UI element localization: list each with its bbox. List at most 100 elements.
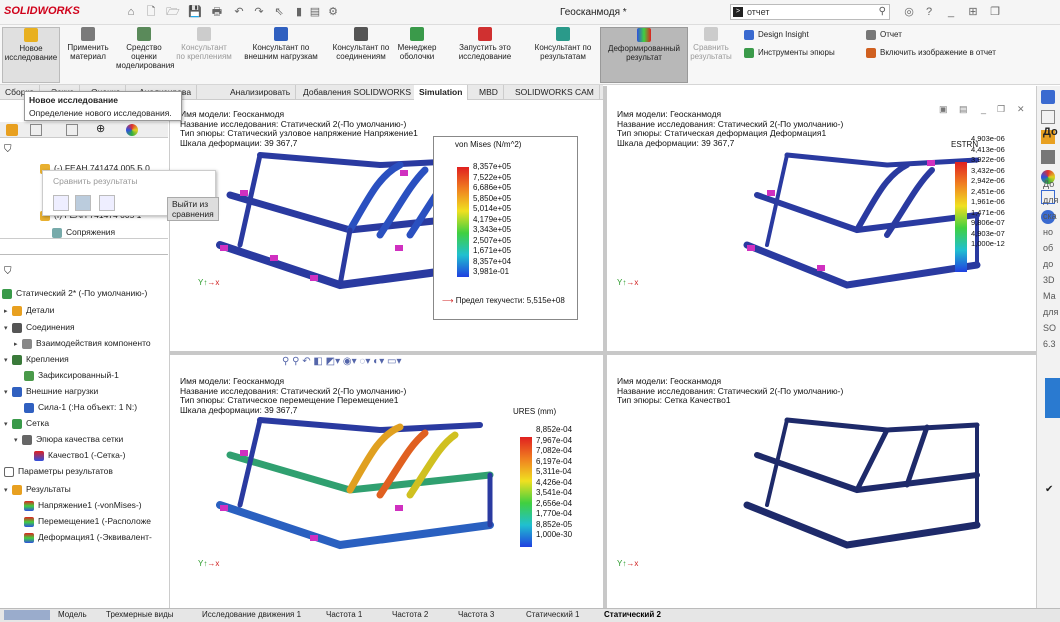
home-icon[interactable]: ⌂ [124,5,138,19]
compare-view-icon[interactable] [99,195,115,211]
task-pane-home-icon[interactable] [1041,90,1055,104]
scene-icon[interactable]: ▭▾ [387,356,401,367]
new-study-button[interactable]: Новое исследование [2,27,60,83]
tab-static-2[interactable]: Статический 2 [604,610,661,619]
viewport-strain[interactable]: ▣ ▤ _ ❐ ✕ Имя модели: Геосканмодя Названи… [607,100,1036,351]
split-view-icon[interactable]: ▤ [959,104,968,115]
undo-icon[interactable]: ↶ [232,5,246,19]
dimxpert-icon[interactable]: ⊕ [96,122,105,135]
tab-mbd[interactable]: MBD [474,85,504,100]
viewport-horizontal-splitter[interactable] [170,351,1036,355]
previous-view-icon[interactable]: ↶ [302,356,310,367]
close-view-icon[interactable]: ✕ [1017,104,1025,115]
task-pane-button[interactable] [1045,378,1060,418]
select-icon[interactable]: ⇖ [272,5,286,19]
tree-strain[interactable]: Деформация1 (-Эквивалент- [24,532,152,543]
sim-filter-icon[interactable]: ⛉ [4,266,12,277]
tree-displacement[interactable]: Перемещение1 (-Расположе [24,516,151,527]
restore-view-icon[interactable]: ❐ [997,104,1005,115]
connections-advisor-button[interactable]: Консультант по соединениям [330,27,392,61]
apply-material-button[interactable]: Применить материал [64,27,112,61]
viewport-stress[interactable]: Имя модели: Геосканмодя Название исследов… [170,100,603,351]
compare-four-icon[interactable] [75,195,91,211]
tab-model[interactable]: Модель [58,610,87,619]
print-icon[interactable]: 🖶 [210,5,224,19]
tree-force[interactable]: Сила-1 (:На объект: 1 N:) [24,402,137,413]
zoom-fit-icon[interactable]: ⚲ [282,356,289,367]
minimize-view-icon[interactable]: _ [981,104,986,114]
tree-mesh[interactable]: ▾ Сетка [4,418,49,429]
tab-analyze[interactable]: Анализировать [225,85,297,100]
tree-fixtures[interactable]: ▾ Крепления [4,354,69,365]
task-pane-checkbox[interactable]: ✔ [1045,484,1053,495]
tab-solidworks-addins[interactable]: Добавления SOLIDWORKS [298,85,418,100]
property-manager-icon[interactable] [30,124,42,136]
tree-quality[interactable]: Качество1 (-Сетка-) [34,450,125,461]
shell-manager-button[interactable]: Менеджер оболочки [394,27,440,61]
help-icon[interactable]: ? [922,5,936,19]
tree-parts[interactable]: ▸ Детали [4,305,54,316]
tree-item-mates[interactable]: Сопряжения [52,227,115,238]
panel-scrollbar[interactable] [0,238,168,248]
heads-up-view-toolbar[interactable]: ⚲ ⚲ ↶ ◧ ◩▾ ◉▾ ◌▾ ◐▾ ▭▾ [282,356,401,367]
tab-scroll-arrows[interactable] [4,610,50,620]
deformed-result-button[interactable]: Деформированный результат [600,27,688,83]
tab-frequency-3[interactable]: Частота 3 [458,610,494,619]
tree-study[interactable]: Статический 2* (-По умолчанию-) [2,288,147,299]
view-orientation-icon[interactable]: ◩▾ [326,356,340,367]
tab-frequency-2[interactable]: Частота 2 [392,610,428,619]
compare-results-button[interactable]: Сравнить результаты [690,27,732,61]
design-library-icon[interactable] [1041,110,1055,124]
open-file-icon[interactable]: 🗁 [166,5,180,19]
tree-mesh-quality[interactable]: ▾ Эпюра качества сетки [14,434,123,445]
view-icon[interactable]: ▣ [939,104,948,115]
tree-external-loads[interactable]: ▾ Внешние нагрузки [4,386,98,397]
viewport-mesh-quality[interactable]: Имя модели: Геосканмодя Название исследов… [607,355,1036,608]
appearance-icon[interactable]: ◐▾ [373,356,384,367]
tree-result-params[interactable]: Параметры результатов [4,466,113,477]
tab-3d-views[interactable]: Трехмерные виды [106,610,174,619]
minimize-icon[interactable]: _ [944,5,958,19]
external-loads-advisor-button[interactable]: Консультант по внешним нагрузкам [236,27,326,61]
restore-icon[interactable]: ❐ [988,5,1002,19]
run-study-button[interactable]: Запустить это исследование [444,27,526,61]
tree-comp-interactions[interactable]: ▸ Взаимодействия компоненто [14,338,151,349]
tree-connections[interactable]: ▾ Соединения [4,322,75,333]
tab-motion-study[interactable]: Исследование движения 1 [202,610,301,619]
filter-icon[interactable]: ⛉ [4,144,12,155]
search-icon[interactable]: ⚲ [879,6,886,17]
redo-icon[interactable]: ↷ [252,5,266,19]
display-style-icon[interactable]: ◉▾ [343,356,357,367]
plot-tools-button[interactable]: Инструменты эпюры [744,48,835,58]
evaluation-tool-button[interactable]: Средство оценки моделирования [116,27,175,70]
tab-simulation[interactable]: Simulation [414,85,469,100]
zoom-area-icon[interactable]: ⚲ [292,356,299,367]
viewport-vertical-splitter[interactable] [603,86,607,608]
viewport-displacement[interactable]: ⚲ ⚲ ↶ ◧ ◩▾ ◉▾ ◌▾ ◐▾ ▭▾ Имя модели: Геоск… [170,355,603,608]
panel-splitter[interactable] [0,254,168,255]
fixtures-advisor-button[interactable]: Консультант по креплениям [176,27,232,61]
tab-frequency-1[interactable]: Частота 1 [326,610,362,619]
section-view-icon[interactable]: ◧ [313,356,322,367]
tab-static-1[interactable]: Статический 1 [526,610,579,619]
display-manager-icon[interactable] [126,124,138,136]
tree-stress[interactable]: Напряжение1 (-vonMises-) [24,500,142,511]
report-button[interactable]: Отчет [866,30,902,40]
tree-results[interactable]: ▾ Результаты [4,484,71,495]
configuration-icon[interactable] [66,124,78,136]
exit-compare-button[interactable]: Выйти из сравнения [167,197,219,221]
save-icon[interactable]: 💾 [188,5,202,19]
tab-solidworks-cam[interactable]: SOLIDWORKS CAM [510,85,600,100]
include-image-button[interactable]: Включить изображение в отчет [866,48,996,58]
design-insight-button[interactable]: Design Insight [744,30,809,40]
file-props-icon[interactable]: ▤ [308,5,322,19]
solidworks-logo[interactable]: SOLIDWORKS [4,5,80,17]
view-palette-icon[interactable] [1041,150,1055,164]
results-advisor-button[interactable]: Консультант по результатам [530,27,596,61]
feature-tree-icon[interactable] [6,124,18,136]
user-icon[interactable]: ◎ [902,5,916,19]
tree-fixed[interactable]: Зафиксированный-1 [24,370,119,381]
rebuild-icon[interactable]: ▮ [292,5,306,19]
hide-show-icon[interactable]: ◌▾ [359,356,370,367]
options-gear-icon[interactable]: ⚙ [326,5,340,19]
